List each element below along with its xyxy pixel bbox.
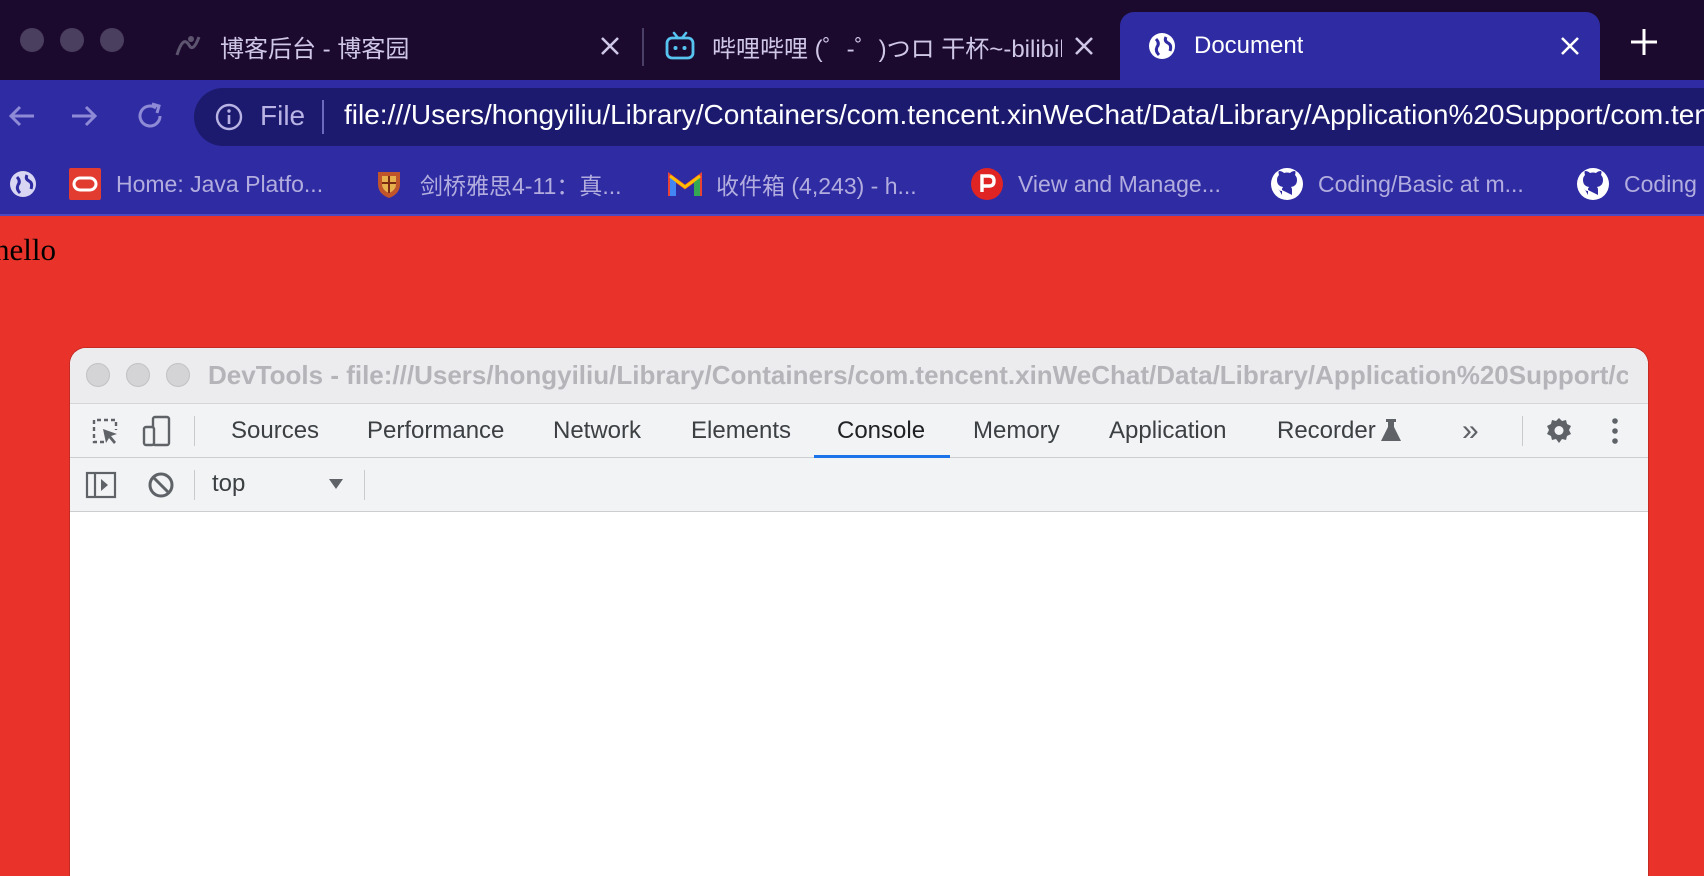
gmail-icon [668, 167, 702, 201]
globe-icon [1146, 30, 1178, 62]
kebab-menu-icon[interactable] [1598, 414, 1632, 448]
tab-performance[interactable]: Performance [367, 404, 504, 458]
globe-icon [6, 167, 40, 201]
window-zoom-button[interactable] [100, 28, 124, 52]
toolbar-divider [1522, 416, 1523, 446]
close-icon[interactable] [1072, 34, 1096, 58]
bookmark-java-platform[interactable]: Home: Java Platfo... [68, 166, 323, 202]
back-arrow-icon[interactable] [4, 98, 40, 134]
bookmark-view-manage[interactable]: View and Manage... [970, 166, 1221, 202]
oracle-icon [68, 167, 102, 201]
flask-icon [1374, 414, 1408, 448]
devtools-title: DevTools - file:///Users/hongyiliu/Libra… [208, 360, 1628, 390]
tab-recorder[interactable]: Recorder [1277, 404, 1376, 458]
browser-toolbar: File file:///Users/hongyiliu/Library/Con… [0, 80, 1704, 154]
page-text: hello [0, 232, 56, 267]
bookmark-globe[interactable] [6, 166, 54, 202]
bookmark-ielts[interactable]: 剑桥雅思4-11：真... [372, 166, 622, 202]
bookmark-coding[interactable]: Coding [1576, 166, 1697, 202]
devtools-minimize-button[interactable] [126, 363, 150, 387]
devtools-window: DevTools - file:///Users/hongyiliu/Libra… [70, 348, 1648, 876]
tab-console[interactable]: Console [837, 404, 925, 458]
tab-sources[interactable]: Sources [231, 404, 319, 458]
crest-icon [372, 167, 406, 201]
tab-application[interactable]: Application [1109, 404, 1226, 458]
bilibili-tv-icon [664, 30, 696, 62]
devtools-close-button[interactable] [86, 363, 110, 387]
tab-memory[interactable]: Memory [973, 404, 1060, 458]
forward-arrow-icon[interactable] [66, 98, 102, 134]
omnibox-divider [322, 100, 324, 134]
window-minimize-button[interactable] [60, 28, 84, 52]
address-bar[interactable]: File file:///Users/hongyiliu/Library/Con… [194, 88, 1704, 146]
github-icon [1270, 167, 1304, 201]
devtools-titlebar: DevTools - file:///Users/hongyiliu/Libra… [70, 348, 1648, 404]
toolbar-divider [364, 470, 365, 500]
sidebar-toggle-icon[interactable] [84, 468, 118, 502]
url-text[interactable]: file:///Users/hongyiliu/Library/Containe… [344, 99, 1704, 131]
tab-strip: 博客后台 - 博客园 哔哩哔哩 (゜-゜)つロ 干杯~-bilibili Doc… [0, 0, 1704, 80]
scheme-label: File [260, 100, 306, 131]
reload-icon[interactable] [132, 98, 168, 134]
window-close-button[interactable] [20, 28, 44, 52]
more-tabs-button[interactable]: » [1462, 404, 1479, 458]
tab-separator [642, 28, 644, 66]
plus-icon[interactable] [1628, 26, 1660, 58]
tab-bilibili[interactable]: 哔哩哔哩 (゜-゜)つロ 干杯~-bilibili [664, 12, 1114, 80]
info-icon[interactable] [214, 102, 244, 132]
gear-icon[interactable] [1542, 414, 1576, 448]
inspect-element-icon[interactable] [88, 414, 122, 448]
bookmarks-bar: Home: Java Platfo... 剑桥雅思4-11：真... 收件箱 (… [0, 154, 1704, 216]
bookmark-coding-basic[interactable]: Coding/Basic at m... [1270, 166, 1524, 202]
tab-document[interactable]: Document [1120, 12, 1600, 80]
device-toolbar-icon[interactable] [140, 414, 174, 448]
close-icon[interactable] [1558, 34, 1582, 58]
devtools-panel-tabs: Sources Performance Network Elements Con… [70, 404, 1648, 458]
close-icon[interactable] [598, 34, 622, 58]
blog-garden-icon [172, 30, 204, 62]
toolbar-divider [194, 416, 195, 446]
tab-network[interactable]: Network [553, 404, 641, 458]
github-icon [1576, 167, 1610, 201]
tab-blog-admin[interactable]: 博客后台 - 博客园 [172, 12, 640, 80]
tab-elements[interactable]: Elements [691, 404, 791, 458]
context-select[interactable]: top [212, 470, 245, 498]
bookmark-gmail[interactable]: 收件箱 (4,243) - h... [668, 166, 917, 202]
clear-console-icon[interactable] [144, 468, 178, 502]
toolbar-divider [194, 470, 195, 500]
p-badge-icon [970, 167, 1004, 201]
console-toolbar: top [70, 458, 1648, 512]
devtools-zoom-button[interactable] [166, 363, 190, 387]
